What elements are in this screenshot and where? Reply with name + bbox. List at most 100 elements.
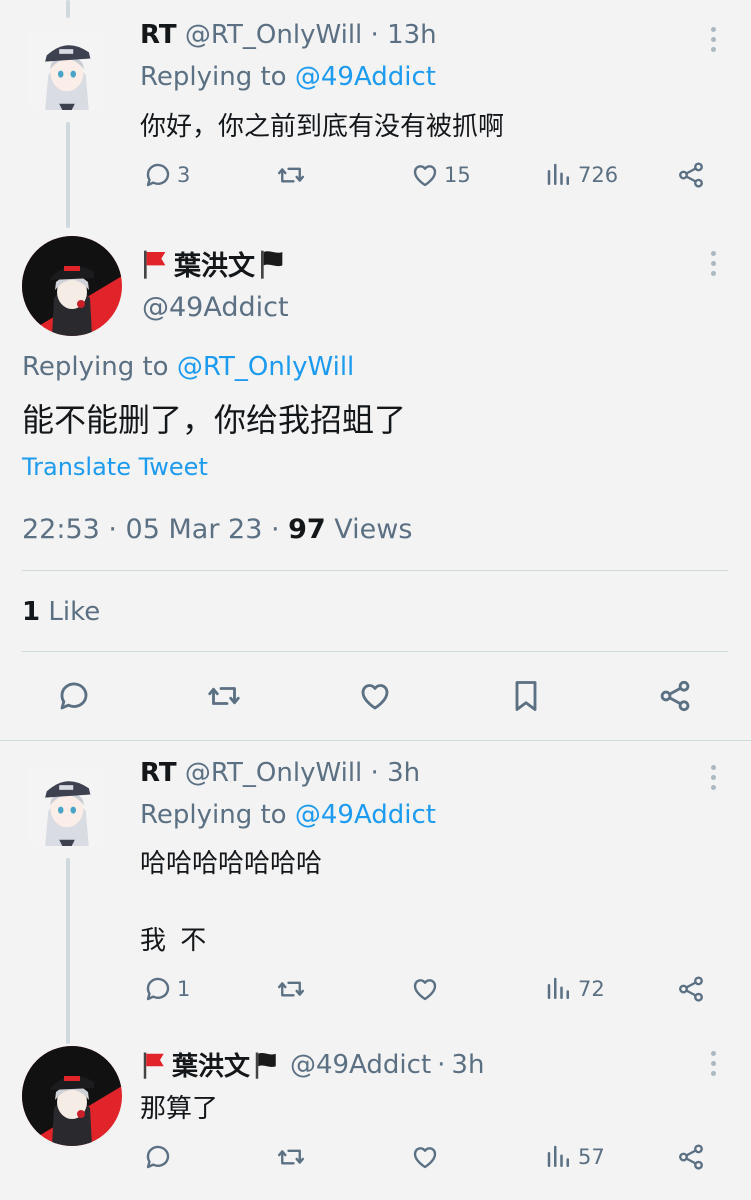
bookmark-button[interactable] bbox=[508, 678, 544, 718]
like-button[interactable] bbox=[410, 1142, 440, 1172]
view-count: 57 bbox=[578, 1145, 605, 1169]
thread-line bbox=[66, 858, 70, 1044]
reply-count: 1 bbox=[177, 977, 191, 1001]
heart-icon bbox=[357, 678, 393, 714]
replying-to: Replying to @49Addict bbox=[140, 62, 436, 92]
display-name[interactable]: 葉洪文 bbox=[174, 244, 255, 283]
retweet-icon bbox=[276, 974, 306, 1004]
reply-icon bbox=[143, 974, 173, 1004]
timestamp[interactable]: 3h bbox=[387, 758, 420, 788]
separator-dot: · bbox=[437, 1049, 446, 1080]
bookmark-icon bbox=[508, 678, 544, 714]
views-label: Views bbox=[325, 514, 413, 545]
timestamp[interactable]: 3h bbox=[451, 1050, 484, 1080]
share-button[interactable] bbox=[676, 160, 706, 190]
display-name[interactable]: RT bbox=[140, 758, 177, 788]
reply-icon bbox=[143, 160, 173, 190]
retweet-button[interactable] bbox=[276, 160, 306, 190]
retweet-icon bbox=[206, 678, 242, 714]
tweet-header: RT @RT_OnlyWill · 3h bbox=[140, 758, 420, 788]
black-flag-icon bbox=[257, 248, 289, 280]
reply-count: 3 bbox=[177, 163, 191, 187]
translate-tweet-link[interactable]: Translate Tweet bbox=[22, 453, 208, 481]
separator-dot: · bbox=[370, 20, 379, 50]
thread-line bbox=[66, 0, 70, 18]
avatar[interactable] bbox=[22, 1046, 122, 1146]
divider bbox=[0, 740, 751, 741]
reply-icon bbox=[143, 1142, 173, 1172]
views-button[interactable]: 72 bbox=[544, 974, 605, 1004]
views-count: 97 bbox=[288, 514, 326, 545]
retweet-icon bbox=[276, 1142, 306, 1172]
tweet-text: 你好，你之前到底有没有被抓啊 bbox=[140, 112, 505, 142]
share-icon bbox=[657, 678, 693, 714]
avatar[interactable] bbox=[28, 20, 106, 122]
display-name[interactable]: 葉洪文 bbox=[172, 1046, 250, 1083]
timestamp[interactable]: 13h bbox=[387, 20, 437, 50]
view-count: 72 bbox=[578, 977, 605, 1001]
share-button[interactable] bbox=[657, 678, 693, 718]
likes-label: Like bbox=[40, 597, 101, 627]
views-icon bbox=[544, 1142, 574, 1172]
replying-label: Replying to bbox=[140, 62, 287, 92]
user-handle[interactable]: @RT_OnlyWill bbox=[185, 758, 362, 788]
like-count: 15 bbox=[444, 163, 471, 187]
datetime[interactable]: 22:53 · 05 Mar 23 · bbox=[22, 514, 288, 545]
thread-line bbox=[66, 122, 70, 228]
reply-button[interactable]: 3 bbox=[143, 160, 190, 190]
retweet-button[interactable] bbox=[276, 974, 306, 1004]
views-button[interactable]: 726 bbox=[544, 160, 618, 190]
user-handle[interactable]: @49Addict bbox=[142, 292, 289, 323]
share-icon bbox=[676, 160, 706, 190]
user-handle[interactable]: @RT_OnlyWill bbox=[185, 20, 362, 50]
replying-to: Replying to @RT_OnlyWill bbox=[22, 352, 354, 382]
reply-icon bbox=[56, 678, 92, 714]
tweet-text: 那算了 bbox=[140, 1094, 219, 1124]
retweet-button[interactable] bbox=[276, 1142, 306, 1172]
more-icon[interactable] bbox=[711, 765, 717, 795]
tweet-text: 能不能删了，你给我招蛆了 bbox=[22, 401, 407, 439]
like-button[interactable] bbox=[357, 678, 393, 718]
avatar[interactable] bbox=[28, 756, 106, 858]
tweet-text-line: 哈哈哈哈哈哈哈 bbox=[140, 849, 323, 879]
like-button[interactable] bbox=[410, 974, 440, 1004]
likes-summary[interactable]: 1 Like bbox=[22, 597, 100, 627]
red-flag-icon bbox=[140, 248, 172, 280]
tweet-header: RT @RT_OnlyWill · 13h bbox=[140, 20, 437, 50]
reply-button[interactable]: 1 bbox=[143, 974, 190, 1004]
more-icon[interactable] bbox=[711, 251, 717, 281]
black-flag-icon bbox=[252, 1050, 282, 1080]
red-flag-icon bbox=[140, 1050, 170, 1080]
reply-button[interactable] bbox=[56, 678, 92, 718]
divider bbox=[22, 651, 728, 652]
tweet-text-line: 我 不 bbox=[140, 926, 207, 956]
share-button[interactable] bbox=[676, 1142, 706, 1172]
display-name[interactable]: RT bbox=[140, 20, 177, 50]
views-button[interactable]: 57 bbox=[544, 1142, 605, 1172]
share-icon bbox=[676, 974, 706, 1004]
share-icon bbox=[676, 1142, 706, 1172]
replying-handle-link[interactable]: @RT_OnlyWill bbox=[177, 352, 354, 382]
tweet-timestamp: 22:53 · 05 Mar 23 · 97 Views bbox=[22, 514, 412, 545]
display-name-row: 葉洪文 bbox=[140, 244, 289, 283]
divider bbox=[22, 570, 728, 571]
replying-handle-link[interactable]: @49Addict bbox=[295, 62, 436, 92]
tweet-header: 葉洪文 @49Addict · 3h bbox=[140, 1046, 484, 1083]
retweet-button[interactable] bbox=[206, 678, 242, 718]
view-count: 726 bbox=[578, 163, 619, 187]
user-handle[interactable]: @49Addict bbox=[290, 1050, 431, 1080]
separator-dot: · bbox=[370, 758, 379, 788]
retweet-icon bbox=[276, 160, 306, 190]
views-icon bbox=[544, 974, 574, 1004]
replying-label: Replying to bbox=[22, 352, 169, 382]
more-icon[interactable] bbox=[711, 27, 717, 57]
heart-icon bbox=[410, 1142, 440, 1172]
share-button[interactable] bbox=[676, 974, 706, 1004]
replying-handle-link[interactable]: @49Addict bbox=[295, 800, 436, 830]
heart-icon bbox=[410, 160, 440, 190]
reply-button[interactable] bbox=[143, 1142, 173, 1172]
avatar[interactable] bbox=[22, 236, 122, 336]
replying-to: Replying to @49Addict bbox=[140, 800, 436, 830]
more-icon[interactable] bbox=[711, 1051, 717, 1081]
like-button[interactable]: 15 bbox=[410, 160, 471, 190]
